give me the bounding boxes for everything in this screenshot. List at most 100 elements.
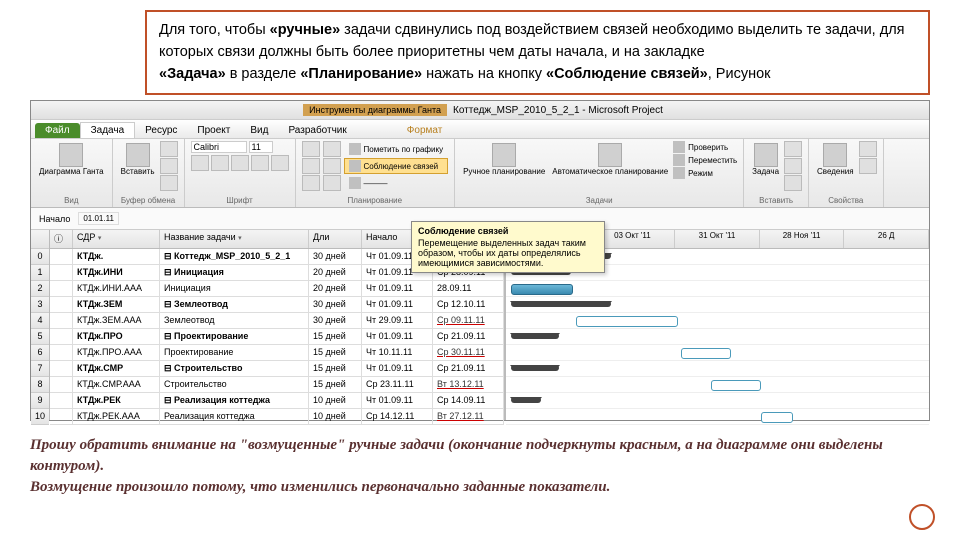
info-button[interactable]: Сведения (815, 141, 856, 179)
tab-task[interactable]: Задача (80, 122, 136, 138)
cell[interactable] (50, 281, 73, 296)
fill-color-button[interactable] (251, 155, 269, 171)
gantt-bar[interactable] (511, 333, 559, 339)
ins-btn[interactable] (784, 158, 802, 174)
table-row[interactable]: КТДж.ПРО⊟ Проектирование15 днейЧт 01.09.… (50, 329, 504, 345)
gantt-bar[interactable] (681, 348, 731, 359)
tab-developer[interactable]: Разработчик (278, 123, 356, 138)
cell[interactable] (50, 329, 73, 344)
gantt-bar[interactable] (511, 365, 559, 371)
prop-btn[interactable] (859, 141, 877, 157)
cell[interactable]: Вт 13.12.11 (433, 377, 504, 392)
col-duration[interactable]: Дли (309, 230, 362, 248)
cell[interactable]: Землеотвод (160, 313, 309, 328)
cell[interactable]: КТДж.РЕК (73, 393, 160, 408)
tab-resource[interactable]: Ресурс (135, 123, 187, 138)
cell[interactable]: Ср 14.12.11 (362, 409, 433, 424)
row-header[interactable]: 4 (31, 313, 49, 329)
cell[interactable]: 30 дней (309, 313, 362, 328)
cell[interactable]: 15 дней (309, 377, 362, 392)
cut-button[interactable] (160, 141, 178, 157)
bold-button[interactable] (191, 155, 209, 171)
cell[interactable]: Ср 14.09.11 (433, 393, 504, 408)
cell[interactable] (50, 249, 73, 264)
row-header[interactable]: 8 (31, 377, 49, 393)
copy-button[interactable] (160, 158, 178, 174)
cell[interactable]: КТДж.ЗЕМ.ААА (73, 313, 160, 328)
ins-btn[interactable] (784, 175, 802, 191)
manual-schedule-button[interactable]: Ручное планирование (461, 141, 547, 179)
cell[interactable]: КТДж.ПРО.ААА (73, 345, 160, 360)
cell[interactable]: Строительство (160, 377, 309, 392)
gantt-bar[interactable] (511, 284, 573, 295)
row-header[interactable]: 6 (31, 345, 49, 361)
cell[interactable]: 15 дней (309, 361, 362, 376)
cell[interactable] (50, 393, 73, 408)
cell[interactable] (50, 265, 73, 280)
cell[interactable]: 20 дней (309, 265, 362, 280)
cell[interactable] (50, 297, 73, 312)
mode-button[interactable]: Режим (673, 167, 737, 179)
cell[interactable]: 28.09.11 (433, 281, 504, 296)
inspect-button[interactable]: Проверить (673, 141, 737, 153)
task-button[interactable]: Задача (750, 141, 781, 179)
row-header[interactable]: 3 (31, 297, 49, 313)
auto-schedule-button[interactable]: Автоматическое планирование (550, 141, 670, 179)
cell[interactable]: Ср 21.09.11 (433, 329, 504, 344)
row-header[interactable]: 9 (31, 393, 49, 409)
cell[interactable]: КТДж.СМР.ААА (73, 377, 160, 392)
gantt-bar[interactable] (576, 316, 678, 327)
p-btn[interactable] (302, 175, 320, 191)
cell[interactable]: 30 дней (309, 249, 362, 264)
cell[interactable]: КТДж.РЕК.ААА (73, 409, 160, 424)
gantt-bar[interactable] (511, 301, 611, 307)
cell[interactable]: ⊟ Реализация коттеджа (160, 393, 309, 408)
tab-format[interactable]: Формат (397, 123, 453, 138)
cell[interactable]: Ср 12.10.11 (433, 297, 504, 312)
cell[interactable]: Реализация коттеджа (160, 409, 309, 424)
cell[interactable]: 10 дней (309, 393, 362, 408)
paste-button[interactable]: Вставить (119, 141, 157, 179)
cell[interactable] (50, 409, 73, 424)
row-header[interactable]: 5 (31, 329, 49, 345)
cell[interactable]: ⊟ Землеотвод (160, 297, 309, 312)
italic-button[interactable] (211, 155, 229, 171)
p-btn[interactable] (323, 158, 341, 174)
row-header[interactable]: 10 (31, 409, 49, 425)
cell[interactable]: Чт 01.09.11 (362, 361, 433, 376)
cell[interactable] (50, 313, 73, 328)
cell[interactable]: Чт 01.09.11 (362, 297, 433, 312)
font-name-select[interactable]: Calibri (191, 141, 247, 153)
row-header[interactable]: 7 (31, 361, 49, 377)
cell[interactable]: Чт 01.09.11 (362, 281, 433, 296)
inactivate-button[interactable]: ——— (344, 175, 449, 191)
cell[interactable]: ⊟ Инициация (160, 265, 309, 280)
cell[interactable]: Ср 30.11.11 (433, 345, 504, 360)
tab-project[interactable]: Проект (187, 123, 240, 138)
row-header[interactable]: 0 (31, 249, 49, 265)
font-color-button[interactable] (271, 155, 289, 171)
gantt-bar[interactable] (511, 397, 541, 403)
col-info[interactable]: ⓘ (50, 230, 73, 248)
table-row[interactable]: КТДж.ЗЕМ.АААЗемлеотвод30 днейЧт 29.09.11… (50, 313, 504, 329)
font-size-select[interactable]: 11 (249, 141, 273, 153)
table-row[interactable]: КТДж.ЗЕМ⊟ Землеотвод30 днейЧт 01.09.11Ср… (50, 297, 504, 313)
col-name[interactable]: Название задачи ▾ (160, 230, 309, 248)
tab-file[interactable]: Файл (35, 123, 80, 138)
cell[interactable]: 30 дней (309, 297, 362, 312)
p-btn[interactable] (302, 158, 320, 174)
cell[interactable]: 15 дней (309, 329, 362, 344)
cell[interactable]: 10 дней (309, 409, 362, 424)
table-row[interactable]: КТДж.ПРО.АААПроектирование15 днейЧт 10.1… (50, 345, 504, 361)
cell[interactable]: Чт 01.09.11 (362, 393, 433, 408)
prop-btn[interactable] (859, 158, 877, 174)
table-row[interactable]: КТДж.РЕК.АААРеализация коттеджа10 днейСр… (50, 409, 504, 425)
p-btn[interactable] (323, 175, 341, 191)
cell[interactable]: Чт 10.11.11 (362, 345, 433, 360)
cell[interactable]: КТДж.ЗЕМ (73, 297, 160, 312)
cell[interactable]: ⊟ Коттедж_MSP_2010_5_2_1 (160, 249, 309, 264)
mark-on-track-button[interactable]: Пометить по графику (344, 141, 449, 157)
tab-view[interactable]: Вид (240, 123, 278, 138)
ins-btn[interactable] (784, 141, 802, 157)
row-header[interactable]: 1 (31, 265, 49, 281)
